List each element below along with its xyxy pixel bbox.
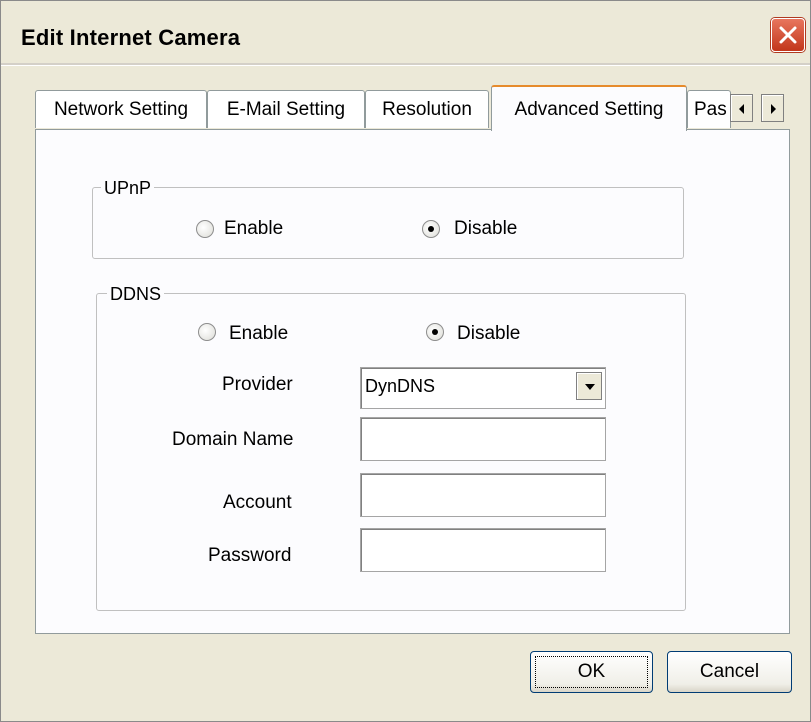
ddns-disable-label[interactable]: Disable: [457, 323, 520, 345]
close-button[interactable]: [771, 18, 805, 52]
cancel-button[interactable]: Cancel: [667, 651, 792, 693]
cancel-button-label: Cancel: [699, 661, 760, 682]
arrow-right-icon: [771, 104, 776, 114]
ddns-group-label: DDNS: [107, 284, 165, 304]
provider-label: Provider: [222, 374, 293, 395]
upnp-enable-radio[interactable]: [196, 220, 214, 238]
account-label: Account: [223, 492, 292, 513]
tab-scroll-left-button[interactable]: [730, 94, 753, 122]
window-title: Edit Internet Camera: [21, 25, 241, 50]
title-separator: [1, 63, 810, 66]
upnp-group: [92, 187, 684, 259]
upnp-disable-label[interactable]: Disable: [454, 218, 517, 240]
password-input[interactable]: [360, 528, 606, 572]
domain-name-label: Domain Name: [172, 429, 294, 450]
ok-button[interactable]: OK: [530, 651, 653, 693]
radio-selected-dot: [432, 329, 438, 335]
tab-scroll-right-button[interactable]: [761, 94, 784, 122]
chevron-down-icon: [585, 384, 595, 390]
close-icon: [779, 26, 797, 44]
focus-rectangle: [535, 656, 648, 688]
tab-email-setting[interactable]: E-Mail Setting: [207, 90, 365, 128]
domain-name-input[interactable]: [360, 417, 606, 461]
provider-dropdown-button[interactable]: [576, 372, 602, 400]
tab-resolution[interactable]: Resolution: [365, 90, 489, 128]
tab-network-setting[interactable]: Network Setting: [35, 90, 207, 128]
title-bar: Edit Internet Camera: [1, 1, 810, 63]
ddns-disable-radio[interactable]: [426, 323, 444, 341]
tab-advanced-setting[interactable]: Advanced Setting: [491, 85, 687, 131]
tab-password-partial[interactable]: Pas: [687, 90, 731, 128]
dialog-window: Edit Internet Camera Network Setting E-M…: [0, 0, 811, 722]
arrow-left-icon: [739, 104, 744, 114]
radio-selected-dot: [428, 226, 434, 232]
upnp-enable-label[interactable]: Enable: [224, 218, 283, 240]
provider-select[interactable]: DynDNS: [360, 367, 606, 409]
ddns-enable-label[interactable]: Enable: [229, 323, 288, 345]
password-label: Password: [208, 545, 292, 566]
upnp-group-label: UPnP: [101, 178, 155, 198]
upnp-disable-radio[interactable]: [422, 220, 440, 238]
advanced-setting-panel: UPnP Enable Disable DDNS Enable Disable …: [35, 129, 790, 634]
provider-selected-value: DynDNS: [365, 376, 436, 396]
account-input[interactable]: [360, 473, 606, 517]
ddns-enable-radio[interactable]: [198, 323, 216, 341]
